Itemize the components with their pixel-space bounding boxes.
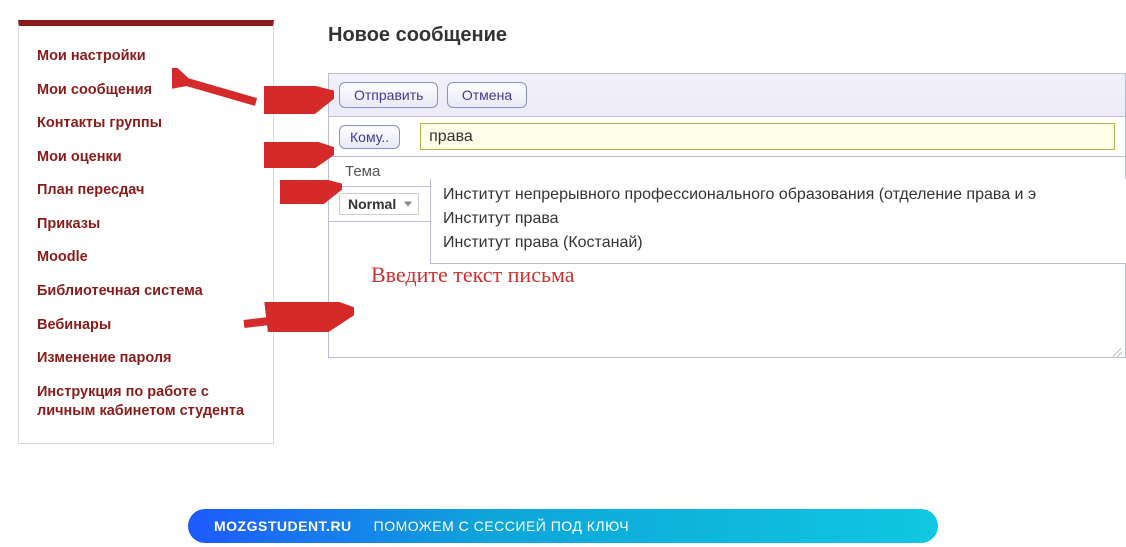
sidebar-item-settings[interactable]: Мои настройки — [19, 40, 273, 74]
recipient-suggestions: Институт непрерывного профессионального … — [430, 179, 1126, 264]
footer-brand: MOZGSTUDENT.RU — [214, 518, 352, 534]
footer-tagline: ПОМОЖЕМ С СЕССИЕЙ ПОД КЛЮЧ — [374, 518, 629, 534]
suggestion-item[interactable]: Институт непрерывного профессионального … — [439, 183, 1118, 207]
sidebar-item-password[interactable]: Изменение пароля — [19, 342, 273, 376]
style-select[interactable]: Normal — [339, 193, 419, 215]
subject-label: Тема — [339, 163, 399, 180]
sidebar: Мои настройки Мои сообщения Контакты гру… — [18, 20, 274, 444]
sidebar-item-library[interactable]: Библиотечная система — [19, 275, 273, 309]
sidebar-item-webinars[interactable]: Вебинары — [19, 309, 273, 343]
send-button[interactable]: Отправить — [339, 82, 438, 108]
arrow-icon — [264, 142, 334, 168]
editor-hint: Введите текст письма — [371, 262, 575, 288]
sidebar-item-orders[interactable]: Приказы — [19, 208, 273, 242]
suggestion-item[interactable]: Институт права — [439, 207, 1118, 231]
suggestion-item[interactable]: Институт права (Костанай) — [439, 231, 1118, 255]
sidebar-item-help[interactable]: Инструкция по работе с личным кабинетом … — [19, 376, 273, 429]
sidebar-item-grades[interactable]: Мои оценки — [19, 141, 273, 175]
sidebar-item-moodle[interactable]: Moodle — [19, 241, 273, 275]
cancel-button[interactable]: Отмена — [447, 82, 527, 108]
sidebar-item-retakes[interactable]: План пересдач — [19, 174, 273, 208]
arrow-icon — [264, 86, 334, 114]
recipient-input[interactable] — [420, 123, 1115, 150]
resize-handle-icon[interactable] — [1110, 342, 1124, 356]
recipient-row: Кому.. — [328, 117, 1126, 157]
sidebar-item-contacts[interactable]: Контакты группы — [19, 107, 273, 141]
sidebar-item-messages[interactable]: Мои сообщения — [19, 74, 273, 108]
page-title: Новое сообщение — [328, 24, 1126, 47]
compose-toolbar: Отправить Отмена — [328, 73, 1126, 117]
to-button[interactable]: Кому.. — [339, 125, 400, 149]
footer-banner[interactable]: MOZGSTUDENT.RU ПОМОЖЕМ С СЕССИЕЙ ПОД КЛЮ… — [188, 509, 938, 543]
